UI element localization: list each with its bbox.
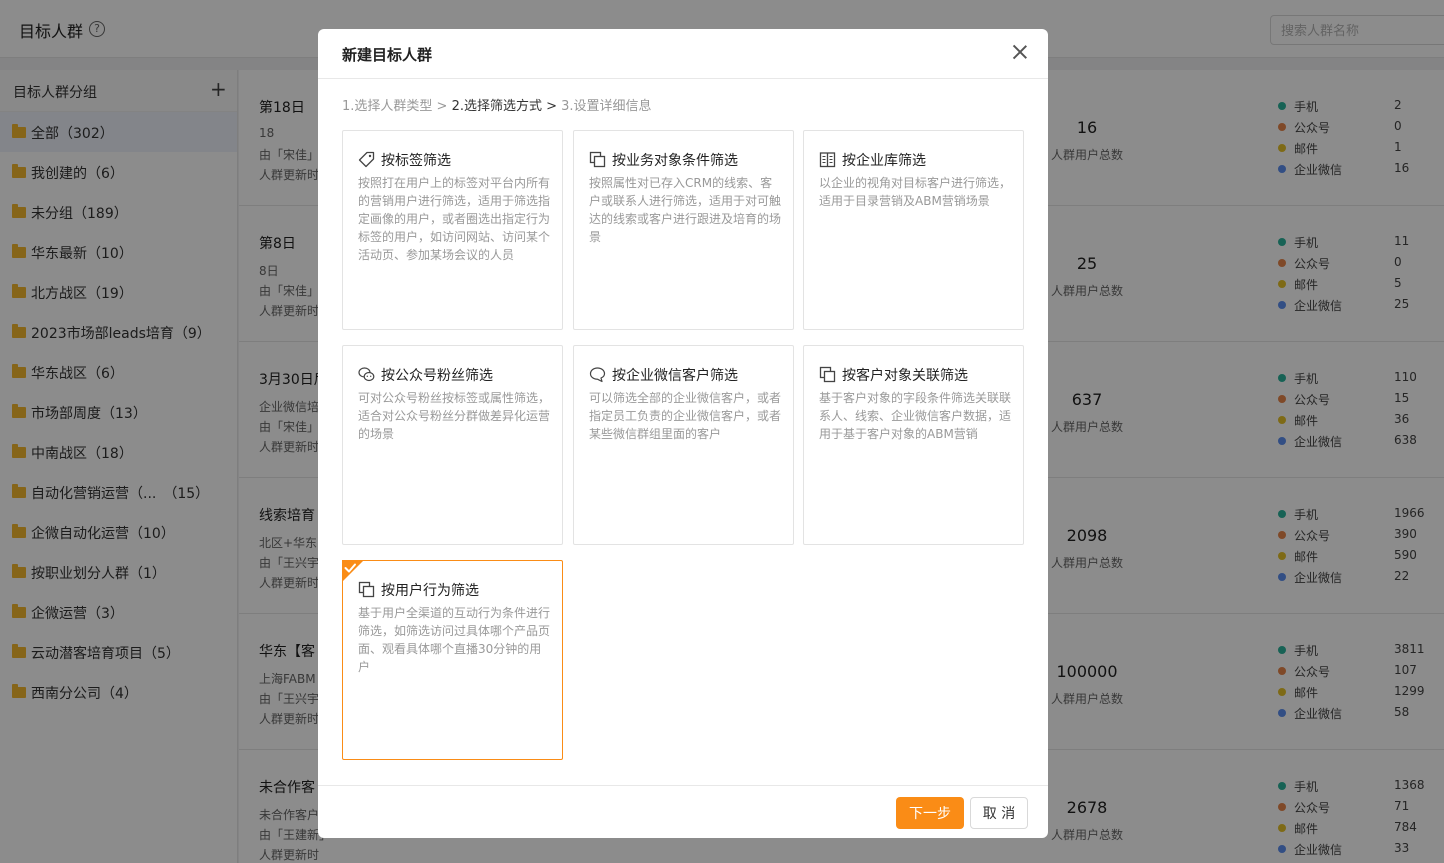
- option-description: 可对公众号粉丝按标签或属性筛选，适合对公众号粉丝分群做差异化运营的场景: [358, 391, 551, 441]
- wechat-icon: [358, 366, 375, 383]
- dialog-header: 新建目标人群: [318, 29, 1048, 79]
- option-description: 以企业的视角对目标客户进行筛选，适用于目录营销及ABM营销场景: [819, 176, 1012, 208]
- cancel-button[interactable]: 取 消: [970, 797, 1028, 829]
- option-description: 基于客户对象的字段条件筛选关联联系人、线索、企业微信客户数据，适用于基于客户对象…: [819, 391, 1012, 441]
- option-description: 按照属性对已存入CRM的线索、客户或联系人进行筛选，适用于对可触达的线索或客户进…: [589, 176, 782, 244]
- filter-option-card[interactable]: 按企业微信客户筛选可以筛选全部的企业微信客户，或者指定员工负责的企业微信客户，或…: [573, 345, 794, 545]
- option-title: 按客户对象关联筛选: [842, 368, 968, 384]
- option-title: 按企业微信客户筛选: [612, 368, 738, 384]
- option-description: 可以筛选全部的企业微信客户，或者指定员工负责的企业微信客户，或者某些微信群组里面…: [589, 391, 782, 441]
- copy-icon: [589, 151, 606, 168]
- filter-option-card[interactable]: 按业务对象条件筛选按照属性对已存入CRM的线索、客户或联系人进行筛选，适用于对可…: [573, 130, 794, 330]
- option-title: 按标签筛选: [381, 153, 451, 169]
- close-icon[interactable]: [1011, 43, 1029, 61]
- chat-bubble-icon: [589, 366, 606, 383]
- option-description: 基于用户全渠道的互动行为条件进行筛选，如筛选访问过具体哪个产品页面、观看具体哪个…: [358, 606, 551, 674]
- option-title: 按业务对象条件筛选: [612, 153, 738, 169]
- next-button[interactable]: 下一步: [896, 797, 964, 829]
- filter-option-card[interactable]: 按公众号粉丝筛选可对公众号粉丝按标签或属性筛选，适合对公众号粉丝分群做差异化运营…: [342, 345, 563, 545]
- dialog-footer: 下一步 取 消: [318, 785, 1048, 838]
- filter-option-card[interactable]: 按标签筛选按照打在用户上的标签对平台内所有的营销用户进行筛选，适用于筛选指定画像…: [342, 130, 563, 330]
- filter-option-card[interactable]: 按用户行为筛选基于用户全渠道的互动行为条件进行筛选，如筛选访问过具体哪个产品页面…: [342, 560, 563, 760]
- copy-icon: [358, 581, 375, 598]
- filter-option-card[interactable]: 按企业库筛选以企业的视角对目标客户进行筛选，适用于目录营销及ABM营销场景: [803, 130, 1024, 330]
- tag-icon: [358, 151, 375, 168]
- new-audience-dialog: 新建目标人群 1.选择人群类型 > 2.选择筛选方式 > 3.设置详细信息 按标…: [318, 29, 1048, 838]
- option-title: 按用户行为筛选: [381, 583, 479, 599]
- dialog-title: 新建目标人群: [342, 46, 433, 64]
- step-3: 3.设置详细信息: [561, 99, 652, 114]
- selected-check-icon: [342, 560, 364, 582]
- option-title: 按公众号粉丝筛选: [381, 368, 493, 384]
- step-2: 2.选择筛选方式 >: [451, 99, 562, 114]
- step-breadcrumb: 1.选择人群类型 > 2.选择筛选方式 > 3.设置详细信息: [342, 95, 652, 114]
- option-title: 按企业库筛选: [842, 153, 926, 169]
- step-1: 1.选择人群类型 >: [342, 99, 452, 114]
- option-description: 按照打在用户上的标签对平台内所有的营销用户进行筛选，适用于筛选指定画像的用户，或…: [358, 176, 551, 262]
- building-icon: [819, 151, 836, 168]
- filter-option-card[interactable]: 按客户对象关联筛选基于客户对象的字段条件筛选关联联系人、线索、企业微信客户数据，…: [803, 345, 1024, 545]
- copy-icon: [819, 366, 836, 383]
